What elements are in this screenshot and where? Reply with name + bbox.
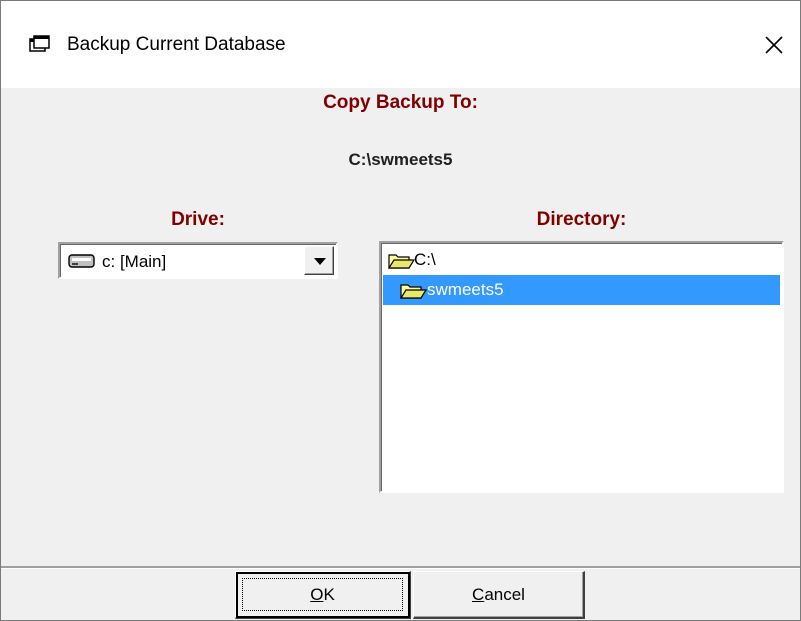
divider — [1, 566, 800, 569]
close-icon[interactable] — [756, 27, 792, 63]
open-folder-icon — [399, 284, 427, 299]
directory-item-label: C:\ — [414, 250, 436, 269]
drive-select[interactable]: c: [Main] — [58, 242, 338, 279]
ok-button-label: OK — [310, 585, 335, 604]
backup-path: C:\swmeets5 — [348, 150, 453, 169]
directory-item-swmeets5[interactable]: swmeets5 — [383, 275, 780, 305]
window-app-icon — [29, 35, 50, 52]
cancel-button-label: Cancel — [472, 585, 525, 604]
title-bar[interactable]: Backup Current Database — [1, 1, 800, 88]
directory-item-root[interactable]: C:\ — [383, 245, 780, 275]
cancel-button[interactable]: Cancel — [413, 571, 585, 619]
directory-label: Directory: — [536, 209, 627, 230]
drive-select-value: c: [Main] — [102, 252, 167, 271]
ok-button[interactable]: OK — [235, 571, 411, 619]
drive-dropdown-button[interactable] — [304, 246, 334, 275]
copy-backup-label: Copy Backup To: — [323, 92, 478, 113]
window-title: Backup Current Database — [67, 34, 286, 55]
directory-item-label: swmeets5 — [427, 280, 504, 299]
open-folder-icon — [387, 254, 415, 269]
chevron-down-icon — [314, 258, 326, 265]
backup-dialog: Backup Current Database Copy Backup To: … — [0, 0, 801, 621]
drive-label: Drive: — [171, 209, 225, 230]
drive-icon — [68, 254, 95, 268]
directory-list[interactable]: C:\ swmeets5 — [379, 241, 784, 493]
